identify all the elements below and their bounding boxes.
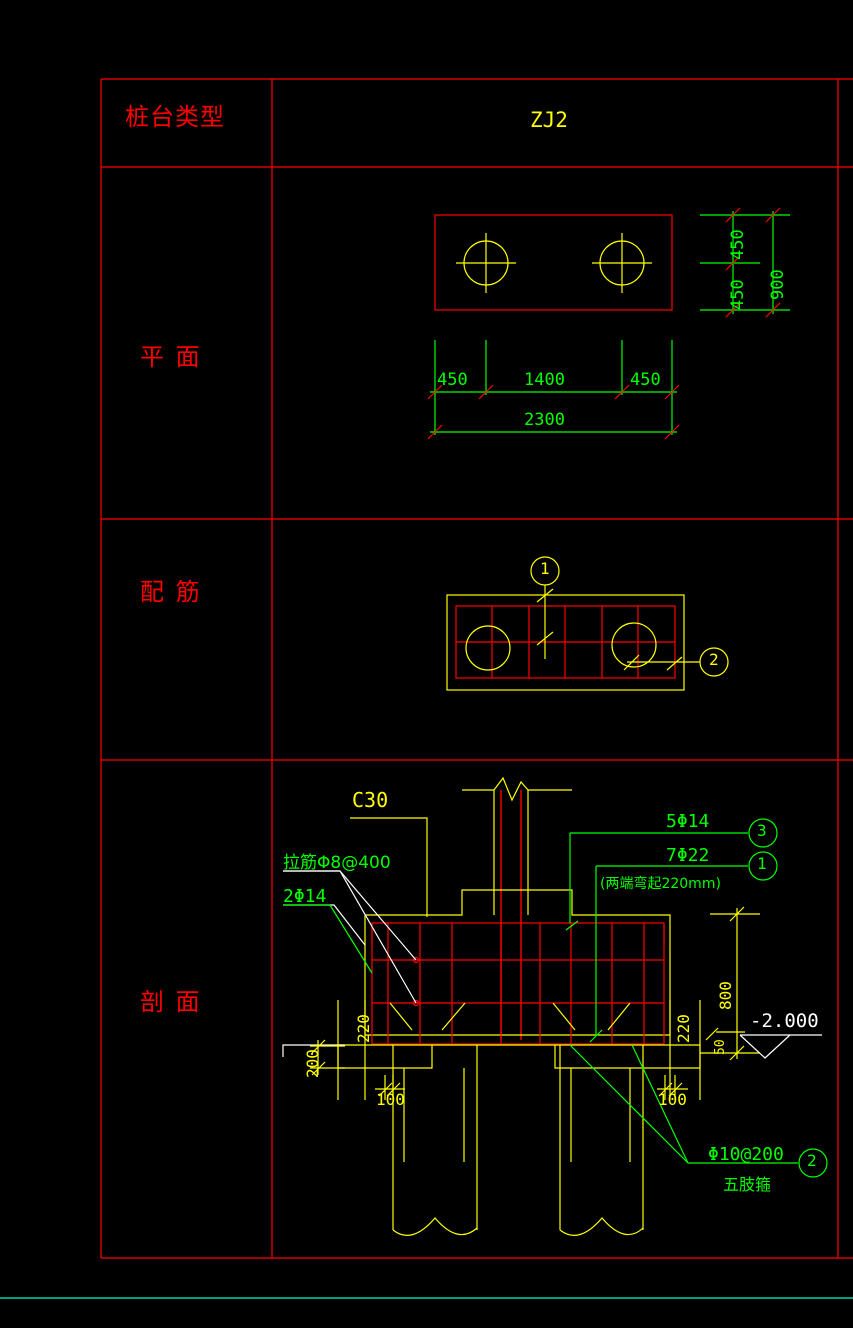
- level-mark-symbol: [739, 1034, 822, 1059]
- cad-drawing-canvas: 桩台类型 ZJ2 平 面 配 筋 剖 面 450 450 900 450 140…: [0, 0, 853, 1328]
- rebar-view-geometry: [446, 556, 729, 691]
- concrete-grade-label: C30: [352, 788, 389, 812]
- section-bent-bars: [389, 1002, 631, 1031]
- plan-dim-horizontal-2: 1400: [524, 370, 565, 390]
- bottom-bar-callout[interactable]: 1: [757, 856, 767, 872]
- stirrup-label: Φ10@200: [708, 1144, 784, 1165]
- section-rebar-cage: [371, 922, 665, 1045]
- section-left-leaders-green: [283, 904, 373, 974]
- section-right-dimensions: [657, 908, 760, 1100]
- plan-dim-horizontal-total: 2300: [524, 410, 565, 430]
- plan-dim-horizontal-3: 450: [630, 370, 661, 390]
- stirrup-callout[interactable]: 2: [807, 1153, 817, 1169]
- rebar-callout-2[interactable]: 2: [709, 652, 719, 668]
- table-header-label: 桩台类型: [125, 103, 225, 131]
- dim-pile-top-left: 200: [303, 1049, 322, 1078]
- section-right-leaders-green: [565, 818, 828, 1178]
- dim-embed-left: 220: [354, 1014, 373, 1043]
- row-label-section: 剖 面: [140, 988, 202, 1016]
- section-column: [462, 776, 572, 915]
- top-bar-callout[interactable]: 3: [757, 823, 767, 839]
- section-pile-shafts: [392, 1045, 644, 1236]
- dim-cap-depth: 800: [716, 981, 735, 1010]
- dim-embed-right: 220: [674, 1014, 693, 1043]
- level-mark-label: -2.000: [750, 1010, 819, 1032]
- rebar-callout-1[interactable]: 1: [540, 561, 550, 577]
- dim-pile-edge-right: 100: [658, 1090, 687, 1109]
- section-pile-collars: [337, 1044, 701, 1069]
- cad-vector-layer: [0, 78, 853, 1299]
- plan-view-geometry: [434, 214, 673, 311]
- top-bar-label: 5Φ14: [666, 811, 710, 832]
- plan-dim-vertical-total: 900: [768, 269, 788, 300]
- plan-dim-vertical-2: 450: [728, 279, 748, 310]
- bottom-bar-note: (两端弯起220mm): [600, 876, 721, 892]
- pile-cap-type-value: ZJ2: [530, 108, 568, 132]
- row-label-plan: 平 面: [140, 343, 202, 371]
- bottom-bar-label: 7Φ22: [666, 845, 710, 866]
- side-bar-label: 2Φ14: [283, 886, 327, 907]
- dim-pile-edge-left: 100: [376, 1090, 405, 1109]
- plan-dim-horizontal-1: 450: [437, 370, 468, 390]
- tie-bar-label: 拉筋Φ8@400: [283, 853, 391, 873]
- section-cap-outline: [364, 889, 671, 1036]
- plan-dim-vertical-1: 450: [728, 229, 748, 260]
- row-label-rebar: 配 筋: [140, 578, 202, 606]
- dim-cover-bottom: 50: [713, 1039, 728, 1055]
- stirrup-note: 五肢箍: [723, 1175, 772, 1194]
